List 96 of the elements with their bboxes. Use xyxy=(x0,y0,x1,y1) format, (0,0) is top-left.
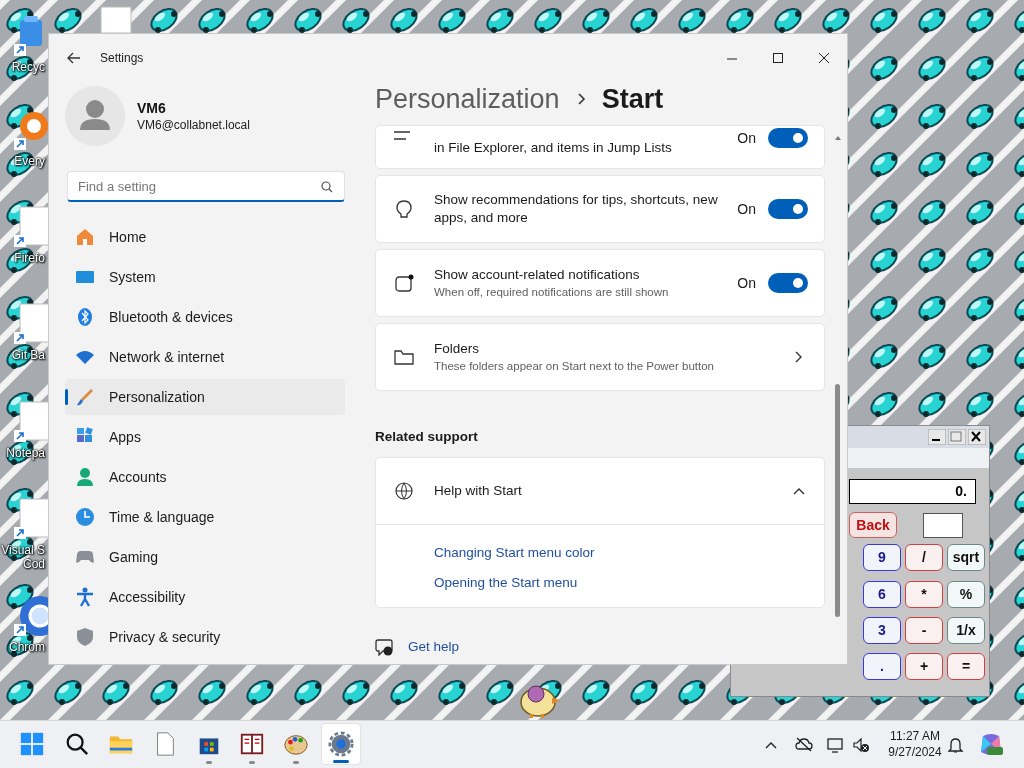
breadcrumb-item: Start xyxy=(601,82,664,116)
calculator-key[interactable]: - xyxy=(905,617,943,644)
clock-date[interactable]: 9/27/2024 xyxy=(888,744,942,760)
help-chat-icon xyxy=(375,637,394,656)
shortcut-arrow-icon xyxy=(14,235,26,247)
calculator-key[interactable]: sqrt xyxy=(947,544,985,571)
chevron-right-icon[interactable] xyxy=(794,350,804,364)
calculator-key[interactable]: . xyxy=(863,653,901,680)
search-icon xyxy=(64,731,90,757)
settings-card[interactable]: Folders These folders appear on Start next to the Power button xyxy=(375,323,825,391)
calculator-key[interactable]: 1/x xyxy=(947,617,985,644)
search-icon xyxy=(321,181,333,193)
toggle-state-label: On xyxy=(737,199,756,219)
toggle-switch[interactable] xyxy=(768,128,808,148)
calculator-key[interactable]: 3 xyxy=(863,617,901,644)
chevron-up-icon xyxy=(792,486,806,497)
shortcut-arrow-icon xyxy=(14,138,26,150)
user-name: VM6 xyxy=(137,99,167,117)
toggle-state-label: On xyxy=(737,129,756,148)
accessibility-icon xyxy=(75,587,95,607)
nav-item[interactable]: Privacy & security xyxy=(65,619,345,655)
scroll-up-arrow-icon[interactable] xyxy=(834,135,842,141)
globe-icon xyxy=(394,481,414,502)
shortcut-arrow-icon xyxy=(14,430,26,442)
setting-title: Show recommendations for tips, shortcuts, new apps, and more xyxy=(434,191,719,227)
icon-label: Notepa xyxy=(6,446,45,460)
shortcut-arrow-icon xyxy=(14,527,26,539)
icon-label: Every xyxy=(14,154,45,168)
nav-item[interactable]: Time & language xyxy=(65,499,345,535)
setting-description: These folders appear on Start next to the Power button xyxy=(434,359,715,374)
help-link[interactable]: Changing Start menu color xyxy=(434,543,595,564)
taskbar-button[interactable] xyxy=(321,723,361,765)
calendar-book-icon xyxy=(239,731,265,757)
expander-header[interactable]: Help with Start xyxy=(376,458,824,525)
nav-item[interactable]: Home xyxy=(65,219,345,255)
shield-icon xyxy=(75,627,95,647)
user-email: VM6@collabnet.local xyxy=(137,117,250,133)
section-heading: Related support xyxy=(375,428,479,446)
shortcut-arrow-icon xyxy=(14,332,26,344)
get-help-link[interactable]: Get help xyxy=(408,638,460,655)
shortcut-arrow-icon xyxy=(14,44,26,56)
toggle-switch[interactable] xyxy=(768,273,808,293)
back-arrow-icon[interactable] xyxy=(66,51,82,65)
calculator-key[interactable]: 9 xyxy=(863,544,901,571)
setting-title: in File Explorer, and items in Jump Lists xyxy=(434,139,673,157)
copilot-preview-icon[interactable] xyxy=(979,732,1005,758)
person-icon xyxy=(75,467,95,487)
calculator-display: 0. xyxy=(849,479,976,504)
lightbulb-icon xyxy=(394,199,414,219)
window-title: Settings xyxy=(100,50,144,67)
calculator-key[interactable]: / xyxy=(905,544,943,571)
home-icon xyxy=(75,227,95,247)
nav-item[interactable]: Accessibility xyxy=(65,579,345,615)
setting-title: Folders xyxy=(434,340,480,358)
start-icon xyxy=(19,731,45,757)
calculator-key[interactable]: + xyxy=(905,653,943,680)
calculator-key[interactable]: 6 xyxy=(863,581,901,608)
icon-label: Recyc xyxy=(11,60,45,74)
icon-label: Cod xyxy=(23,557,45,571)
toggle-state-label: On xyxy=(737,273,756,293)
search-field[interactable]: Find a setting xyxy=(67,171,345,202)
nav-item[interactable]: Gaming xyxy=(65,539,345,575)
bell-icon[interactable] xyxy=(947,737,965,754)
calculator-key[interactable]: * xyxy=(905,581,943,608)
gear-icon xyxy=(328,731,354,757)
bluetooth-icon xyxy=(75,307,95,327)
speaker-muted-icon[interactable] xyxy=(852,737,870,754)
nav-item[interactable]: Personalization xyxy=(65,379,345,415)
memory-indicator xyxy=(923,513,963,538)
nav-item[interactable]: Accounts xyxy=(65,459,345,495)
calculator-key[interactable]: % xyxy=(947,581,985,608)
nav-item[interactable]: Bluetooth & devices xyxy=(65,299,345,335)
setting-description: When off, required notifications are still shown xyxy=(434,285,670,300)
nav-item[interactable]: Apps xyxy=(65,419,345,455)
setting-title: Show account-related notifications xyxy=(434,266,641,284)
close-button[interactable] xyxy=(968,429,986,445)
monitor-icon[interactable] xyxy=(827,737,845,754)
calculator-key[interactable]: Back xyxy=(849,512,897,538)
cloud-off-icon[interactable] xyxy=(795,737,813,754)
toggle-switch[interactable] xyxy=(768,199,808,219)
chevron-right-icon xyxy=(575,92,586,106)
help-link[interactable]: Opening the Start menu xyxy=(434,572,578,593)
globe-clock-icon xyxy=(75,507,95,527)
avatar-icon xyxy=(65,86,125,146)
lines-icon xyxy=(394,131,410,140)
nav-item[interactable]: System xyxy=(65,259,345,295)
selection-indicator xyxy=(65,389,68,405)
nav-item[interactable]: Network & internet xyxy=(65,339,345,375)
folder-icon xyxy=(394,347,414,367)
breadcrumb-item[interactable]: Personalization xyxy=(375,78,560,120)
minimize-button[interactable] xyxy=(928,429,946,445)
calculator-key[interactable]: = xyxy=(947,653,985,680)
brush-icon xyxy=(75,387,95,407)
shortcut-arrow-icon xyxy=(14,624,26,636)
clock-time[interactable]: 11:27 AM xyxy=(890,728,940,744)
scrollbar-thumb[interactable] xyxy=(835,384,840,617)
